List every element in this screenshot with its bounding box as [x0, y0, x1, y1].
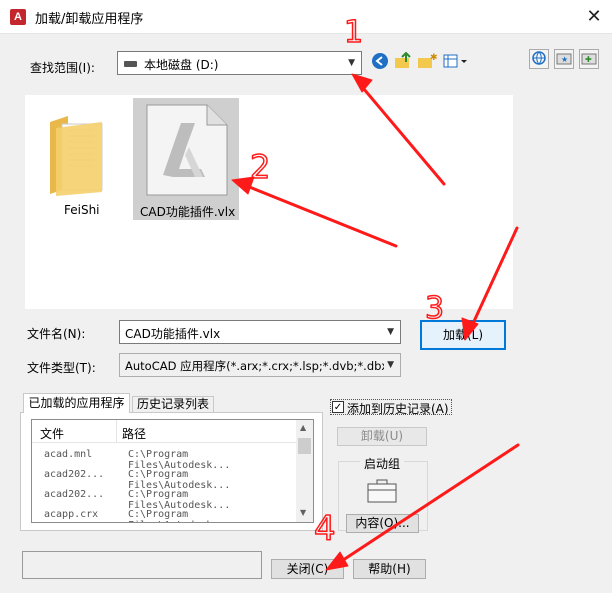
annotation-number-2: 2 — [250, 148, 270, 186]
annotation-number-3: 3 — [425, 291, 444, 326]
annotation-arrow-4 — [332, 443, 520, 568]
annotation-arrowhead-1 — [351, 73, 373, 93]
annotation-arrowhead-4 — [325, 551, 349, 571]
annotation-arrow-3 — [468, 226, 519, 332]
annotation-arrow-1 — [356, 80, 446, 186]
annotation-overlay: 1 2 3 4 — [231, 14, 520, 571]
annotation-number-1: 1 — [344, 15, 363, 50]
annotation-arrow-2 — [240, 182, 398, 248]
annotation-number-4: 4 — [314, 509, 336, 549]
